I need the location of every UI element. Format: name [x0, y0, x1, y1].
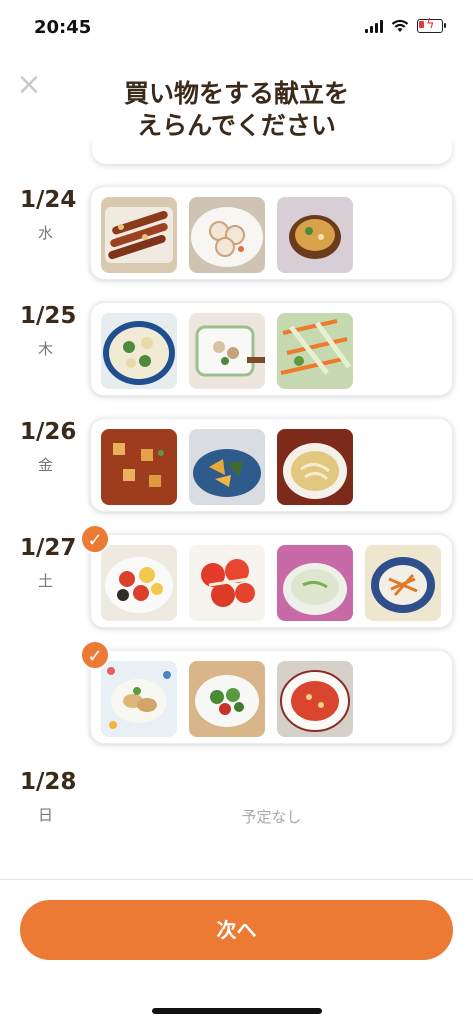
meal-card[interactable] — [90, 302, 453, 396]
battery-icon: ϟ — [417, 17, 446, 33]
miso-soup-photo — [277, 197, 353, 273]
sliced-tomatoes-photo — [189, 545, 265, 621]
meal-card[interactable] — [90, 418, 453, 512]
sauteed-chicken-photo — [101, 661, 177, 737]
grilled-skewers-photo — [101, 197, 177, 273]
wifi-icon — [391, 19, 409, 32]
date-label: 1/28 日 — [20, 768, 80, 825]
clear-soup-photo — [277, 545, 353, 621]
home-indicator[interactable] — [152, 1008, 322, 1014]
mapo-potatoes-photo — [101, 429, 177, 505]
tomato-egg-stir-fry-photo — [101, 545, 177, 621]
page-title-line1: 買い物をする献立を — [123, 79, 349, 108]
egg-soup-photo — [277, 429, 353, 505]
meal-card-selected[interactable] — [90, 650, 453, 744]
page-title: 買い物をする献立を えらんでください — [60, 78, 413, 142]
meal-card[interactable] — [90, 186, 453, 280]
weekday-label: 木 — [38, 340, 54, 358]
lotus-root-salad-photo — [189, 197, 265, 273]
weekday-label: 日 — [38, 806, 54, 824]
date-label: 1/25 木 — [20, 302, 80, 359]
no-plan-text: 予定なし — [241, 808, 302, 826]
weekday-label: 金 — [38, 456, 54, 474]
carrot-cabbage-salad-photo — [277, 313, 353, 389]
close-icon[interactable]: × — [14, 70, 44, 100]
tomato-soup-photo — [277, 661, 353, 737]
simmered-pumpkin-photo — [189, 429, 265, 505]
weekday-label: 水 — [38, 224, 54, 242]
cream-stew-photo — [101, 313, 177, 389]
date-number: 1/24 — [20, 187, 77, 213]
status-bar: 20:45 ϟ — [0, 0, 473, 48]
date-label: 1/24 水 — [20, 186, 80, 243]
status-icons: ϟ — [365, 17, 446, 33]
meal-plan-list[interactable]: 1/24 水 1/25 木 1/26 金 1/27 土 ✓ ✓ 1/28 日 予… — [0, 140, 473, 878]
date-label: 1/27 土 — [20, 534, 80, 591]
date-number: 1/27 — [20, 535, 77, 561]
footer-divider — [0, 879, 473, 880]
status-time: 20:45 — [34, 17, 92, 38]
green-salad-photo — [189, 661, 265, 737]
selected-check-icon[interactable]: ✓ — [80, 524, 110, 554]
cellular-signal-icon — [365, 19, 383, 33]
date-number: 1/25 — [20, 303, 77, 329]
previous-meal-card[interactable] — [92, 140, 452, 164]
page-title-line2: えらんでください — [137, 111, 336, 140]
next-button[interactable]: 次へ — [20, 900, 453, 960]
carrot-salad-photo — [365, 545, 441, 621]
selected-check-icon[interactable]: ✓ — [80, 640, 110, 670]
meal-card-selected[interactable] — [90, 534, 453, 628]
weekday-label: 土 — [38, 572, 54, 590]
date-number: 1/28 — [20, 769, 77, 795]
date-number: 1/26 — [20, 419, 77, 445]
chicken-salad-photo — [189, 313, 265, 389]
date-label: 1/26 金 — [20, 418, 80, 475]
